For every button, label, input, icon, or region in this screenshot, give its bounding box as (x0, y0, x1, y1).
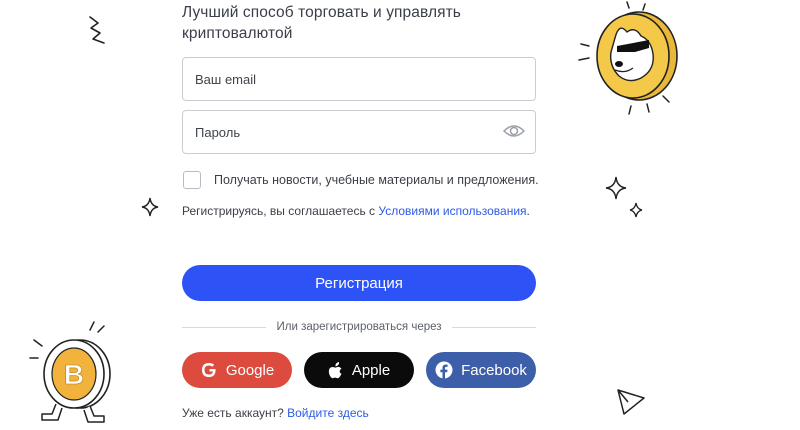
apple-signup-button[interactable]: Apple (304, 352, 414, 388)
login-prompt-text: Уже есть аккаунт? (182, 406, 288, 420)
divider-text: Или зарегистрироваться через (276, 321, 442, 333)
facebook-label: Facebook (461, 361, 527, 379)
google-label: Google (225, 361, 275, 379)
sparkle-icon (605, 176, 627, 200)
facebook-icon (435, 361, 453, 379)
social-divider: Или зарегистрироваться через (182, 319, 536, 335)
terms-suffix: . (526, 204, 530, 218)
eye-icon[interactable] (503, 122, 525, 140)
terms-prefix: Регистрируясь, вы соглашаетесь с (182, 204, 379, 218)
page-subtitle: Лучший способ торговать и управлять крип… (182, 4, 461, 42)
terms-text: Регистрируясь, вы соглашаетесь с Условия… (182, 204, 530, 218)
login-prompt: Уже есть аккаунт? Войдите здесь (182, 406, 369, 420)
paper-plane-icon (617, 389, 645, 415)
facebook-signup-button[interactable]: Facebook (426, 352, 536, 388)
register-button[interactable]: Регистрация (182, 265, 536, 301)
terms-link[interactable]: Условиями использования (378, 204, 526, 218)
apple-label: Apple (351, 361, 391, 379)
doge-coin-illustration (578, 1, 678, 115)
scribble-icon (89, 16, 105, 44)
google-signup-button[interactable]: Google (182, 352, 292, 388)
sparkle-icon (141, 197, 159, 217)
google-icon (201, 363, 216, 377)
bitcoin-character-illustration: B (29, 321, 111, 423)
divider-line-right (451, 326, 536, 328)
divider-line-left (182, 326, 267, 328)
sparkle-icon (629, 202, 643, 218)
email-field[interactable] (182, 57, 536, 101)
password-field[interactable] (182, 110, 536, 154)
login-link[interactable]: Войдите здесь (287, 406, 369, 420)
apple-icon (328, 362, 342, 379)
newsletter-checkbox[interactable] (183, 171, 201, 189)
svg-text:B: B (64, 359, 84, 390)
newsletter-label: Получать новости, учебные материалы и пр… (214, 173, 539, 187)
